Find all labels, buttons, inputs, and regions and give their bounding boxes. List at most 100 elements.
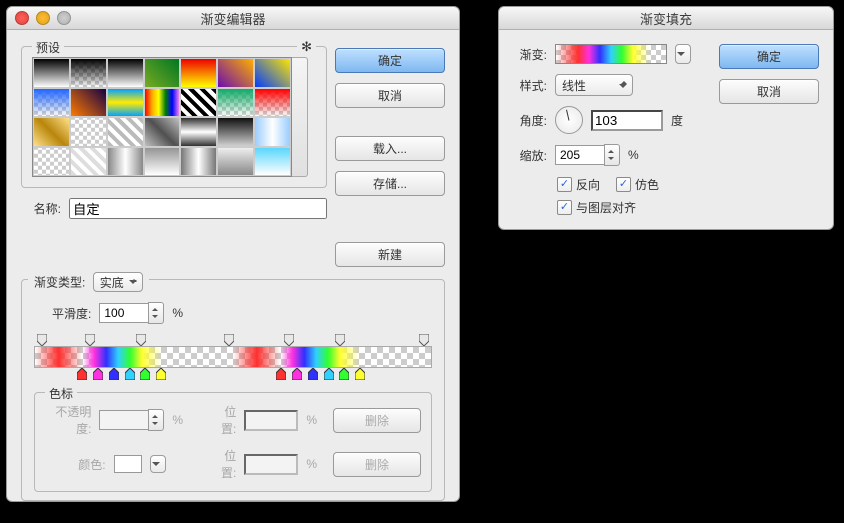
color-stop-icon[interactable]: [292, 368, 302, 380]
preset-swatch[interactable]: [144, 58, 181, 88]
opacity-stop-icon[interactable]: [335, 334, 345, 346]
load-button[interactable]: 载入...: [335, 136, 445, 161]
preset-swatch[interactable]: [144, 147, 181, 177]
preset-swatch[interactable]: [217, 117, 254, 147]
smoothness-field[interactable]: [99, 302, 164, 324]
color-stop-icon[interactable]: [276, 368, 286, 380]
name-input[interactable]: [69, 198, 327, 219]
opacity-stop-icon[interactable]: [136, 334, 146, 346]
preset-swatch[interactable]: [180, 117, 217, 147]
stepper-icon[interactable]: [148, 409, 164, 431]
gradient-preview[interactable]: [555, 44, 667, 64]
preset-swatch[interactable]: [70, 117, 107, 147]
preset-swatch[interactable]: [180, 147, 217, 177]
color-stop-icon[interactable]: [339, 368, 349, 380]
preset-swatch[interactable]: [33, 117, 70, 147]
preset-swatch[interactable]: [254, 117, 291, 147]
preset-swatch[interactable]: [70, 88, 107, 118]
color-stops-track[interactable]: [34, 368, 432, 382]
stepper-icon[interactable]: [148, 302, 164, 324]
color-location-input[interactable]: [244, 454, 298, 475]
color-stop-icon[interactable]: [324, 368, 334, 380]
preset-swatch[interactable]: [33, 58, 70, 88]
preset-swatch[interactable]: [254, 58, 291, 88]
dither-checkbox[interactable]: ✓仿色: [616, 176, 659, 193]
opacity-stop-icon[interactable]: [419, 334, 429, 346]
stepper-icon[interactable]: [604, 144, 620, 166]
presets-label: 预设: [32, 39, 64, 56]
gradient-editor-window: 渐变编辑器 预设 ✻ 名称: 确定 取消 载入... 存: [6, 6, 460, 502]
angle-dial[interactable]: [555, 106, 583, 134]
reverse-checkbox[interactable]: ✓反向: [557, 176, 600, 193]
new-button[interactable]: 新建: [335, 242, 445, 267]
color-stop-icon[interactable]: [355, 368, 365, 380]
color-stop-icon[interactable]: [125, 368, 135, 380]
preset-swatch[interactable]: [107, 117, 144, 147]
pct-suffix: %: [172, 306, 183, 320]
preset-swatch[interactable]: [180, 88, 217, 118]
preset-swatch[interactable]: [254, 88, 291, 118]
preset-grid[interactable]: [32, 57, 292, 177]
preset-swatch[interactable]: [217, 58, 254, 88]
cancel-button[interactable]: 取消: [335, 83, 445, 108]
smoothness-input[interactable]: [99, 303, 148, 323]
ok-button[interactable]: 确定: [335, 48, 445, 73]
color-stop-icon[interactable]: [140, 368, 150, 380]
ok-button[interactable]: 确定: [719, 44, 819, 69]
preset-swatch[interactable]: [144, 88, 181, 118]
color-stop-icon[interactable]: [308, 368, 318, 380]
preset-scrollbar[interactable]: [292, 57, 308, 177]
titlebar[interactable]: 渐变编辑器: [7, 7, 459, 30]
opacity-stop-icon[interactable]: [37, 334, 47, 346]
gradient-menu-icon[interactable]: [675, 44, 691, 64]
angle-label: 角度:: [513, 112, 547, 129]
preset-swatch[interactable]: [107, 88, 144, 118]
color-well[interactable]: [114, 455, 143, 473]
color-well-menu[interactable]: [150, 455, 166, 473]
preset-swatch[interactable]: [254, 147, 291, 177]
opacity-input[interactable]: [99, 410, 148, 430]
stops-label: 色标: [45, 385, 77, 402]
pct-suffix: %: [306, 413, 317, 427]
gradient-fill-window: 渐变填充 渐变: 样式: 线性 角度: 度 缩放:: [498, 6, 834, 230]
angle-input[interactable]: [591, 110, 663, 131]
gradient-bar[interactable]: [34, 346, 432, 368]
delete-color-stop-button[interactable]: 删除: [333, 452, 421, 477]
gradient-type-title: 渐变类型: 实底: [28, 272, 149, 292]
preset-swatch[interactable]: [70, 147, 107, 177]
color-stop-icon[interactable]: [156, 368, 166, 380]
gear-icon[interactable]: ✻: [297, 39, 316, 55]
preset-swatch[interactable]: [144, 117, 181, 147]
opacity-stops-track[interactable]: [34, 332, 432, 346]
color-stop-icon[interactable]: [109, 368, 119, 380]
color-stop-icon[interactable]: [93, 368, 103, 380]
cancel-button[interactable]: 取消: [719, 79, 819, 104]
preset-swatch[interactable]: [217, 88, 254, 118]
zoom-icon[interactable]: [57, 11, 71, 25]
opacity-location-input[interactable]: [244, 410, 298, 431]
style-select[interactable]: 线性: [555, 74, 633, 96]
preset-swatch[interactable]: [70, 58, 107, 88]
scale-field[interactable]: [555, 144, 620, 166]
align-checkbox[interactable]: ✓与图层对齐: [557, 199, 636, 216]
close-icon[interactable]: [15, 11, 29, 25]
preset-swatch[interactable]: [107, 58, 144, 88]
scale-input[interactable]: [555, 145, 604, 165]
angle-suffix: 度: [671, 112, 683, 129]
preset-swatch[interactable]: [180, 58, 217, 88]
save-button[interactable]: 存储...: [335, 171, 445, 196]
opacity-stop-icon[interactable]: [284, 334, 294, 346]
preset-swatch[interactable]: [33, 88, 70, 118]
scale-label: 缩放:: [513, 147, 547, 164]
color-stop-icon[interactable]: [77, 368, 87, 380]
delete-opacity-stop-button[interactable]: 删除: [333, 408, 421, 433]
opacity-value-field[interactable]: [99, 409, 164, 431]
minimize-icon[interactable]: [36, 11, 50, 25]
opacity-stop-icon[interactable]: [224, 334, 234, 346]
preset-swatch[interactable]: [107, 147, 144, 177]
opacity-stop-icon[interactable]: [85, 334, 95, 346]
presets-fieldset: 预设 ✻: [21, 46, 327, 188]
gradient-type-select[interactable]: 实底: [93, 272, 143, 292]
preset-swatch[interactable]: [33, 147, 70, 177]
preset-swatch[interactable]: [217, 147, 254, 177]
